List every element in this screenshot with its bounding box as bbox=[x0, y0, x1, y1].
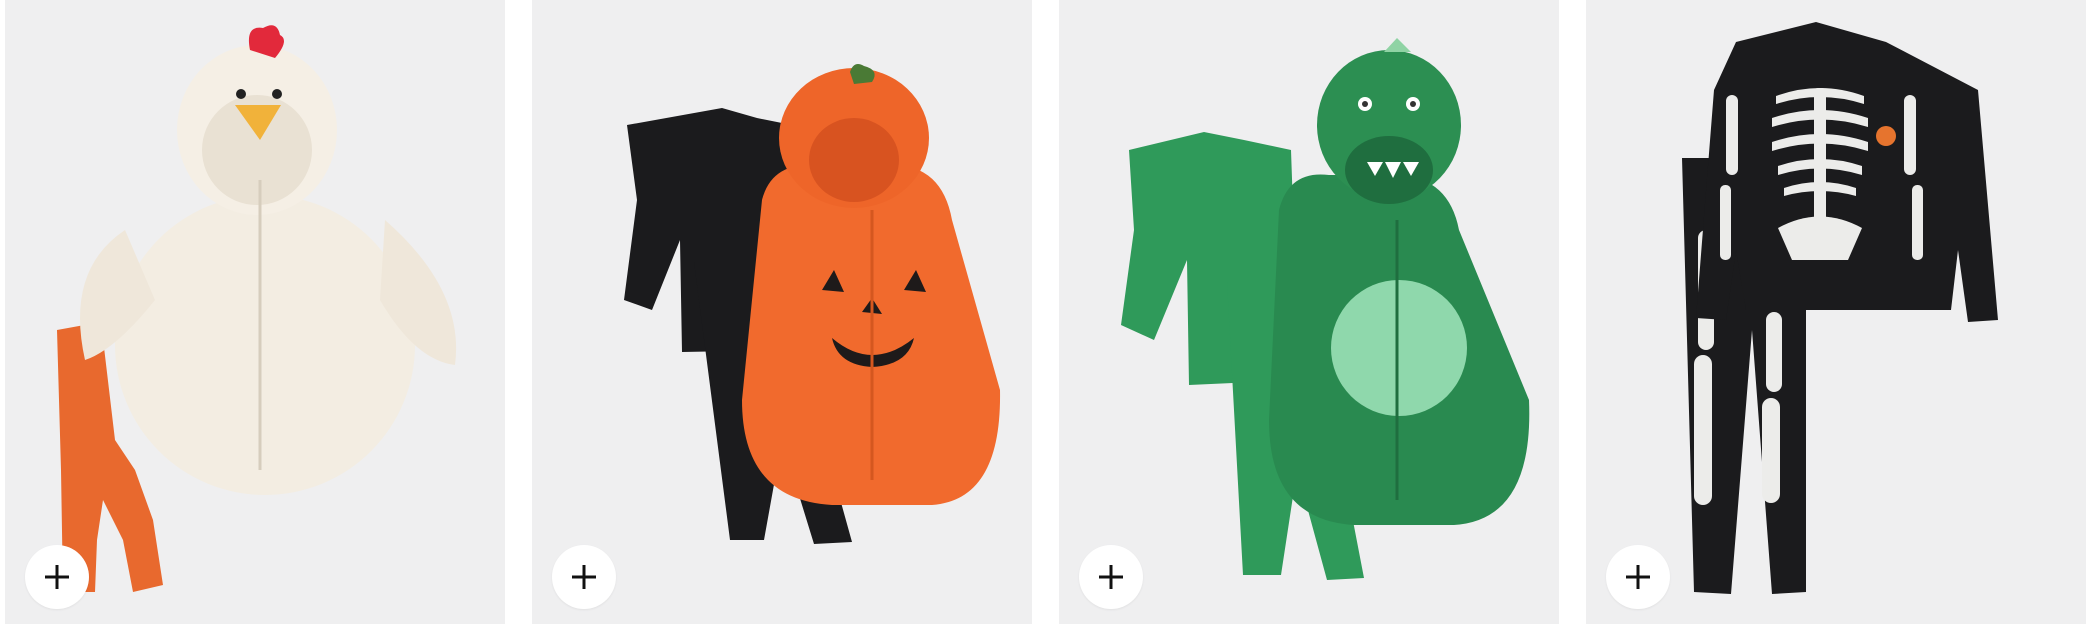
product-image-dinosaur-costume[interactable] bbox=[1059, 0, 1559, 624]
product-card-skeleton-pajamas[interactable] bbox=[1586, 0, 2086, 624]
product-card-dinosaur-costume[interactable] bbox=[1059, 0, 1559, 624]
plus-icon bbox=[1626, 565, 1650, 589]
plus-icon bbox=[572, 565, 596, 589]
add-to-bag-button[interactable] bbox=[552, 545, 616, 609]
plus-icon bbox=[1099, 565, 1123, 589]
product-card-pumpkin-costume[interactable] bbox=[532, 0, 1032, 624]
product-card-chicken-costume[interactable] bbox=[5, 0, 505, 624]
product-image-pumpkin-costume[interactable] bbox=[532, 0, 1032, 624]
add-to-bag-button[interactable] bbox=[25, 545, 89, 609]
product-image-skeleton-pajamas[interactable] bbox=[1586, 0, 2086, 624]
add-to-bag-button[interactable] bbox=[1079, 545, 1143, 609]
product-image-chicken-costume[interactable] bbox=[5, 0, 505, 624]
add-to-bag-button[interactable] bbox=[1606, 545, 1670, 609]
plus-icon bbox=[45, 565, 69, 589]
